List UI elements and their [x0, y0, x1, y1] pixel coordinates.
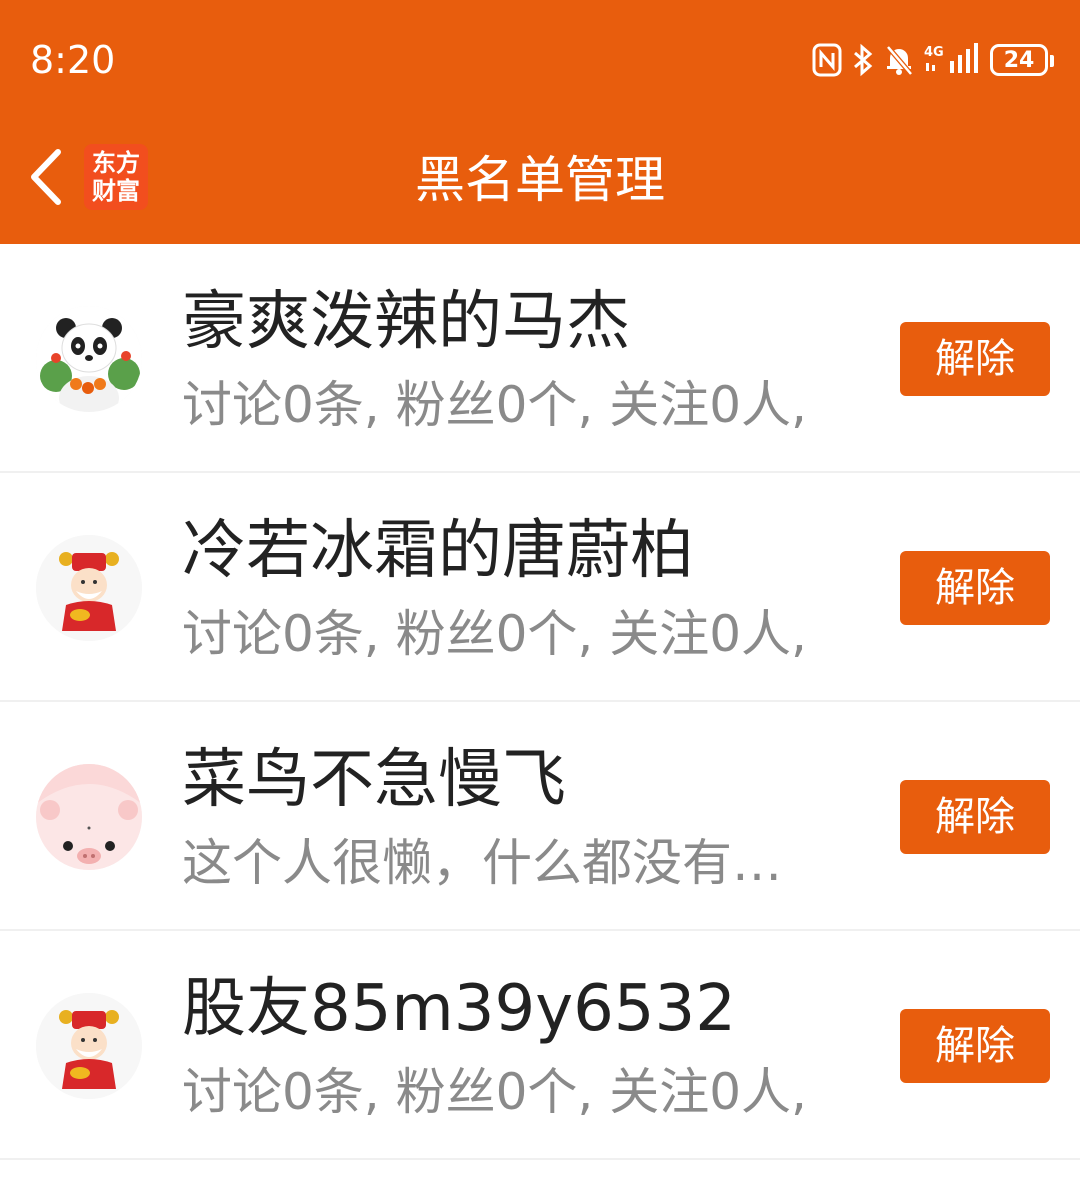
- page-title: 黑名单管理: [415, 151, 665, 209]
- bell-off-icon: [884, 40, 914, 80]
- remove-button[interactable]: 解除: [900, 780, 1050, 854]
- list-item: 菜鸟不急慢飞 这个人很懒，什么都没有… 解除: [0, 702, 1080, 931]
- blacklist: 豪爽泼辣的马杰 讨论0条, 粉丝0个, 关注0人, 解除 冷若冰霜的唐蔚柏 讨论…: [0, 244, 1080, 1160]
- user-stats: 讨论0条, 粉丝0个, 关注0人,: [182, 605, 807, 663]
- list-item: 豪爽泼辣的马杰 讨论0条, 粉丝0个, 关注0人, 解除: [0, 244, 1080, 473]
- bluetooth-icon: [852, 40, 874, 80]
- app-header: 8:20 4G 24 东方 财富 黑名单管理: [0, 0, 1080, 244]
- nfc-icon: [812, 40, 842, 80]
- fortune-god-avatar-icon: [36, 535, 142, 641]
- signal-icon: 4G: [924, 40, 980, 80]
- user-stats: 讨论0条, 粉丝0个, 关注0人,: [182, 1063, 807, 1121]
- fortune-god-avatar-icon: [36, 993, 142, 1099]
- user-name: 豪爽泼辣的马杰: [182, 285, 630, 359]
- battery-icon: 24: [990, 44, 1054, 76]
- user-name: 股友85m39y6532: [182, 972, 736, 1046]
- remove-button[interactable]: 解除: [900, 551, 1050, 625]
- status-icons: 4G 24: [812, 40, 1054, 80]
- avatar: [36, 306, 142, 412]
- list-item: 冷若冰霜的唐蔚柏 讨论0条, 粉丝0个, 关注0人, 解除: [0, 473, 1080, 702]
- list-item: 股友85m39y6532 讨论0条, 粉丝0个, 关注0人, 解除: [0, 931, 1080, 1160]
- user-name: 菜鸟不急慢飞: [182, 743, 566, 817]
- user-bio: 这个人很懒，什么都没有…: [182, 834, 782, 892]
- panda-avatar-icon: [36, 306, 142, 412]
- user-stats: 讨论0条, 粉丝0个, 关注0人,: [182, 376, 807, 434]
- avatar: [36, 535, 142, 641]
- remove-button[interactable]: 解除: [900, 322, 1050, 396]
- remove-button[interactable]: 解除: [900, 1009, 1050, 1083]
- avatar: [36, 993, 142, 1099]
- status-time: 8:20: [30, 38, 116, 82]
- user-name: 冷若冰霜的唐蔚柏: [182, 514, 694, 588]
- pig-avatar-icon: [36, 764, 142, 870]
- avatar: [36, 764, 142, 870]
- network-label: 4G: [924, 45, 944, 60]
